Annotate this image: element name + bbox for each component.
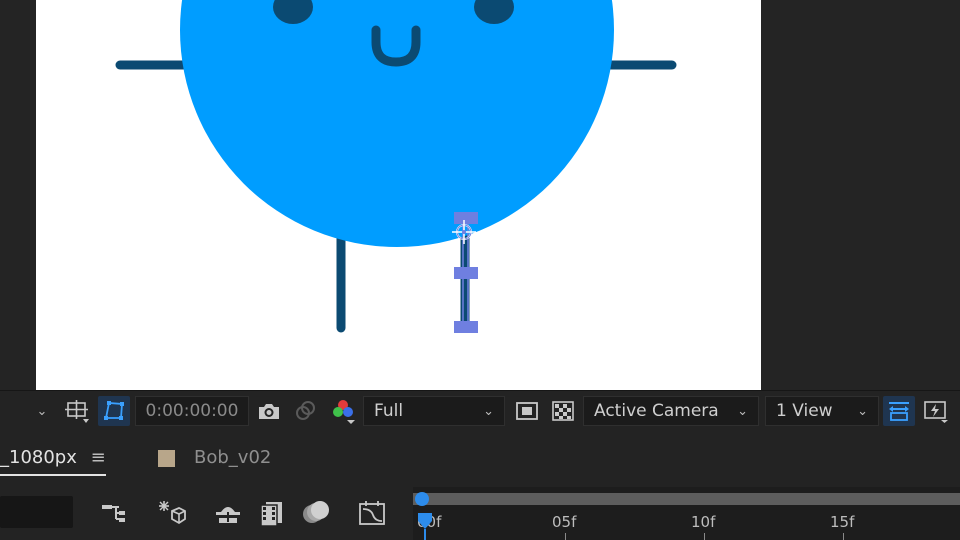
bob-character <box>115 0 677 333</box>
composition-viewer <box>0 0 960 390</box>
tab-composition-1080px[interactable]: _1080px ≡ <box>0 447 106 476</box>
toggle-grid-button[interactable] <box>62 396 92 426</box>
tab-label: _1080px <box>0 447 77 468</box>
shy-layers-button[interactable] <box>212 497 244 529</box>
draft-3d-icon <box>159 501 186 525</box>
fast-previews-icon <box>924 401 948 423</box>
chevron-down-icon: ⌄ <box>737 403 748 419</box>
comp-flowchart-button[interactable] <box>98 497 130 529</box>
ruler-label: 15f <box>830 513 855 531</box>
frame-blending-button[interactable] <box>256 497 288 529</box>
motion-blur-button[interactable] <box>300 497 332 529</box>
graph-editor-icon <box>359 501 385 525</box>
camera-view-dropdown[interactable]: Active Camera ⌄ <box>583 396 759 426</box>
motion-blur-icon <box>303 501 329 523</box>
ruler-tick <box>704 533 705 540</box>
composition-label-color-swatch <box>158 450 175 467</box>
hamburger-menu-icon[interactable]: ≡ <box>91 447 106 468</box>
resolution-dropdown[interactable]: Full ⌄ <box>363 396 505 426</box>
resolution-value: Full <box>374 401 404 421</box>
timeline-controls: 00f 05f 10f 15f <box>0 487 960 540</box>
mask-path-icon <box>104 401 124 420</box>
time-ruler[interactable]: 00f 05f 10f 15f <box>413 487 960 540</box>
camera-view-value: Active Camera <box>594 401 719 421</box>
puppet-pin-middle[interactable] <box>454 267 478 279</box>
layer-search-input[interactable] <box>0 496 73 528</box>
comp-flowchart-icon <box>102 505 125 522</box>
viewer-toolbar: ⌄ 0:00:00:00 Full ⌄ Active Camera ⌄ 1 Vi… <box>0 390 960 430</box>
camera-icon <box>259 404 279 419</box>
puppet-pin-top[interactable] <box>454 212 478 224</box>
graph-editor-button[interactable] <box>356 497 388 529</box>
shy-layers-icon <box>216 507 240 523</box>
region-of-interest-button[interactable] <box>512 396 542 426</box>
show-snapshot-button[interactable] <box>290 396 320 426</box>
puppet-pin-bottom[interactable] <box>454 321 478 333</box>
region-of-interest-icon <box>516 402 538 420</box>
channel-rgb-button[interactable] <box>328 396 358 426</box>
take-snapshot-button[interactable] <box>254 396 284 426</box>
composition-canvas[interactable] <box>36 0 761 390</box>
chevron-down-icon: ⌄ <box>36 403 48 419</box>
rgb-channels-icon <box>333 400 355 424</box>
ruler-tick <box>565 533 566 540</box>
show-snapshot-icon <box>296 401 315 420</box>
body-circle[interactable] <box>180 0 614 247</box>
magnification-dropdown[interactable]: ⌄ <box>0 396 56 426</box>
transparency-grid-button[interactable] <box>548 396 578 426</box>
timeline-tab-bar: _1080px ≡ Bob_v02 <box>0 431 960 487</box>
work-area-start-handle[interactable] <box>415 492 429 506</box>
pixel-aspect-icon <box>889 402 909 421</box>
chevron-down-icon: ⌄ <box>857 403 868 419</box>
ruler-label: 05f <box>552 513 577 531</box>
toggle-mask-visibility-button[interactable] <box>98 396 130 426</box>
current-time-field[interactable]: 0:00:00:00 <box>135 396 249 426</box>
grid-guides-icon <box>65 400 89 423</box>
current-time-indicator[interactable] <box>418 509 432 540</box>
transparency-grid-icon <box>552 401 574 421</box>
ruler-label: 10f <box>691 513 716 531</box>
fast-previews-button[interactable] <box>921 396 951 426</box>
toggle-pixel-aspect-button[interactable] <box>883 396 915 426</box>
work-area-bar[interactable] <box>413 493 960 505</box>
chevron-down-icon: ⌄ <box>483 403 494 419</box>
tab-bob-v02[interactable]: Bob_v02 <box>194 447 271 468</box>
view-layout-dropdown[interactable]: 1 View ⌄ <box>765 396 879 426</box>
frame-blending-icon <box>260 502 282 527</box>
ruler-tick <box>843 533 844 540</box>
draft-3d-button[interactable] <box>155 497 187 529</box>
view-layout-value: 1 View <box>776 401 833 421</box>
